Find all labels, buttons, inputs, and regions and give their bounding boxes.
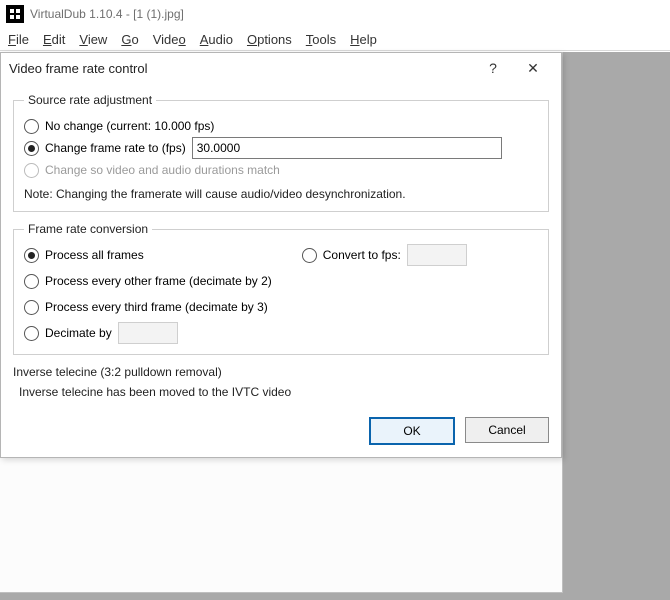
menu-go[interactable]: Go xyxy=(121,32,138,47)
note-desync: Note: Changing the framerate will cause … xyxy=(24,187,538,201)
app-title: VirtualDub 1.10.4 - [1 (1).jpg] xyxy=(30,7,184,21)
menu-edit[interactable]: Edit xyxy=(43,32,65,47)
label-decimate-3: Process every third frame (decimate by 3… xyxy=(45,300,268,314)
menu-tools[interactable]: Tools xyxy=(306,32,336,47)
group-frame-rate-conversion: Frame rate conversion Process all frames… xyxy=(13,222,549,355)
menu-video[interactable]: Video xyxy=(153,32,186,47)
radio-no-change[interactable] xyxy=(24,119,39,134)
ivtc-header: Inverse telecine (3:2 pulldown removal) xyxy=(13,365,549,379)
menu-view[interactable]: View xyxy=(79,32,107,47)
app-icon xyxy=(6,5,24,23)
radio-decimate-3[interactable] xyxy=(24,300,39,315)
label-change-frame-rate: Change frame rate to (fps) xyxy=(45,141,186,155)
menu-options[interactable]: Options xyxy=(247,32,292,47)
label-match-av-durations: Change so video and audio durations matc… xyxy=(45,163,280,177)
input-convert-to-fps-value[interactable] xyxy=(407,244,467,266)
dialog-close-button[interactable]: ✕ xyxy=(513,54,553,82)
input-decimate-by-value[interactable] xyxy=(118,322,178,344)
group-source-rate-legend: Source rate adjustment xyxy=(24,93,156,107)
menu-file[interactable]: File xyxy=(8,32,29,47)
radio-process-all[interactable] xyxy=(24,248,39,263)
ivtc-body: Inverse telecine has been moved to the I… xyxy=(13,385,549,399)
menu-audio[interactable]: Audio xyxy=(200,32,233,47)
label-no-change: No change (current: 10.000 fps) xyxy=(45,119,214,133)
app-titlebar: VirtualDub 1.10.4 - [1 (1).jpg] xyxy=(0,0,670,28)
dialog-title: Video frame rate control xyxy=(9,61,473,76)
ok-button[interactable]: OK xyxy=(369,417,455,445)
radio-convert-to-fps[interactable] xyxy=(302,248,317,263)
label-decimate-2: Process every other frame (decimate by 2… xyxy=(45,274,272,288)
label-convert-to-fps: Convert to fps: xyxy=(323,248,401,262)
radio-decimate-2[interactable] xyxy=(24,274,39,289)
input-change-frame-rate-value[interactable] xyxy=(192,137,502,159)
group-frc-legend: Frame rate conversion xyxy=(24,222,152,236)
dialog-titlebar: Video frame rate control ? ✕ xyxy=(1,53,561,83)
cancel-button[interactable]: Cancel xyxy=(465,417,549,443)
menu-help[interactable]: Help xyxy=(350,32,377,47)
radio-match-av-durations xyxy=(24,163,39,178)
dialog-help-button[interactable]: ? xyxy=(473,54,513,82)
group-source-rate: Source rate adjustment No change (curren… xyxy=(13,93,549,212)
label-process-all: Process all frames xyxy=(45,248,144,262)
radio-decimate-by[interactable] xyxy=(24,326,39,341)
label-decimate-by: Decimate by xyxy=(45,326,112,340)
dialog-video-frame-rate: Video frame rate control ? ✕ Source rate… xyxy=(0,52,562,458)
section-inverse-telecine: Inverse telecine (3:2 pulldown removal) … xyxy=(13,365,549,399)
menubar: File Edit View Go Video Audio Options To… xyxy=(0,28,670,51)
radio-change-frame-rate[interactable] xyxy=(24,141,39,156)
